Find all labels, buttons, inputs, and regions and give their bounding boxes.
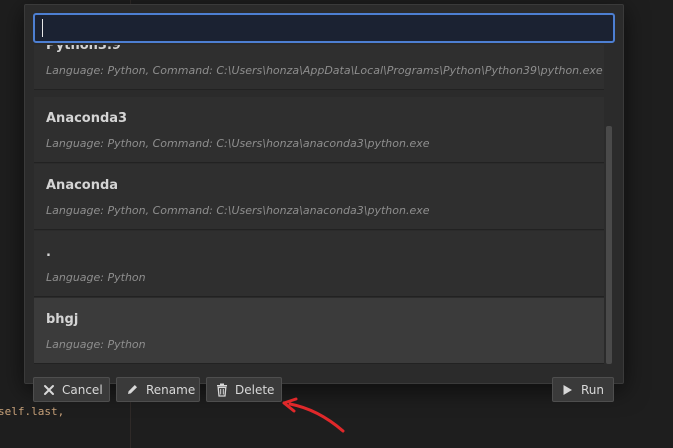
rename-button[interactable]: Rename bbox=[116, 377, 200, 402]
run-button[interactable]: Run bbox=[552, 377, 614, 402]
code-line: self.last, bbox=[0, 405, 65, 418]
cancel-label: Cancel bbox=[62, 382, 103, 397]
item-title: Python3.9 bbox=[46, 45, 121, 53]
trash-icon bbox=[216, 383, 228, 397]
item-description: Language: Python bbox=[46, 338, 146, 351]
item-description: Language: Python, Command: C:\Users\honz… bbox=[46, 64, 603, 77]
list-item[interactable]: Anaconda Language: Python, Command: C:\U… bbox=[34, 164, 604, 230]
delete-button[interactable]: Delete bbox=[206, 377, 282, 402]
item-description: Language: Python bbox=[46, 271, 146, 284]
item-description: Language: Python, Command: C:\Users\honz… bbox=[46, 204, 430, 217]
annotation-arrow-icon bbox=[282, 397, 345, 433]
cancel-button[interactable]: Cancel bbox=[33, 377, 110, 402]
search-input[interactable] bbox=[33, 13, 615, 43]
play-icon bbox=[562, 383, 574, 397]
list-item-selected[interactable]: bhgj Language: Python bbox=[34, 298, 604, 364]
text-caret bbox=[42, 19, 43, 37]
list-item[interactable]: Python3.9 Language: Python, Command: C:\… bbox=[34, 45, 604, 90]
item-description: Language: Python, Command: C:\Users\honz… bbox=[46, 137, 430, 150]
x-icon bbox=[43, 383, 55, 397]
item-title: bhgj bbox=[46, 312, 79, 327]
list-item[interactable]: . Language: Python bbox=[34, 231, 604, 297]
list-item[interactable]: Anaconda3 Language: Python, Command: C:\… bbox=[34, 97, 604, 163]
kernel-list: Python3.9 Language: Python, Command: C:\… bbox=[34, 45, 604, 365]
run-label: Run bbox=[580, 382, 604, 397]
item-title: Anaconda3 bbox=[46, 111, 128, 126]
rename-label: Rename bbox=[146, 382, 196, 397]
item-title: . bbox=[46, 245, 51, 260]
item-title: Anaconda bbox=[46, 178, 119, 193]
pencil-icon bbox=[126, 383, 139, 397]
scrollbar-thumb[interactable] bbox=[606, 126, 612, 364]
delete-label: Delete bbox=[235, 382, 275, 397]
